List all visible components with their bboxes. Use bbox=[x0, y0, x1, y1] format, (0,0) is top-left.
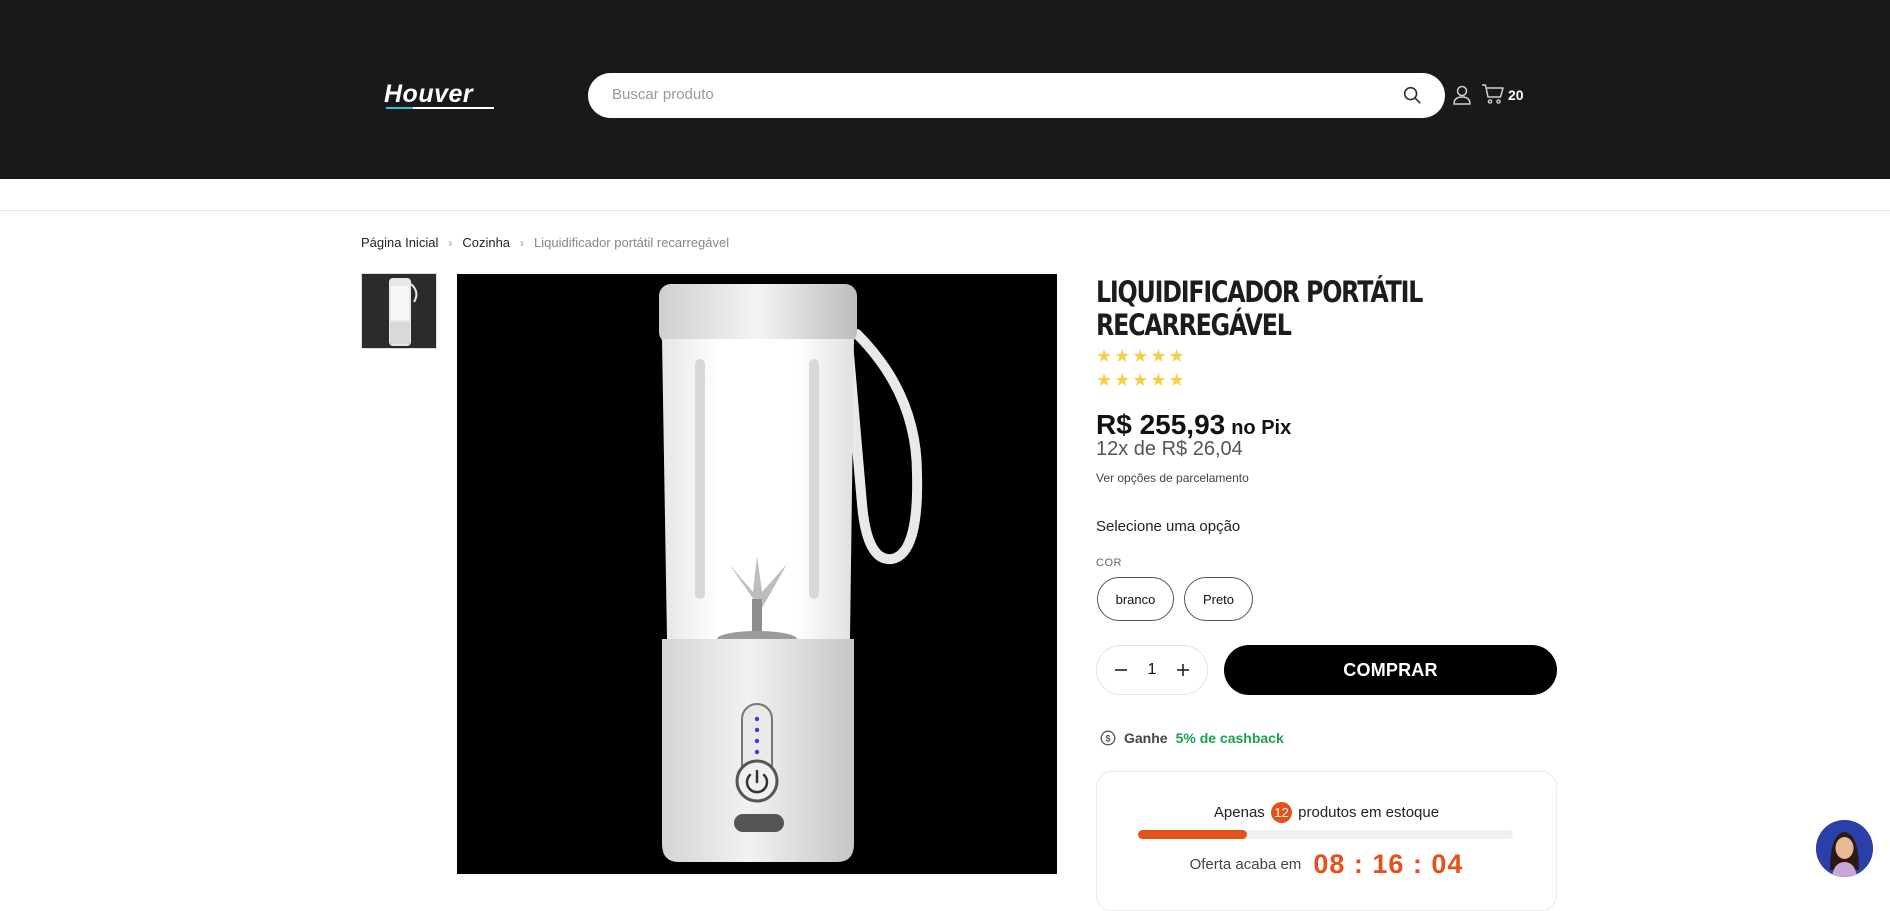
price-line: R$ 255,93 no Pix bbox=[1096, 409, 1291, 441]
color-option-branco[interactable]: branco bbox=[1097, 577, 1174, 621]
cart-count[interactable]: 20 bbox=[1508, 87, 1524, 103]
price-pix: R$ 255,93 bbox=[1096, 409, 1226, 440]
search-icon[interactable] bbox=[1401, 84, 1423, 106]
star-icon: ★ bbox=[1114, 346, 1131, 366]
star-icon: ★ bbox=[1132, 346, 1149, 366]
offer-timer: Oferta acaba em 08 : 16 : 04 bbox=[1097, 849, 1556, 880]
chevron-right-icon: › bbox=[520, 235, 525, 250]
user-icon[interactable] bbox=[1452, 84, 1472, 106]
price-suffix: no Pix bbox=[1231, 417, 1292, 439]
quantity-stepper: 1 bbox=[1096, 645, 1208, 695]
star-icon: ★ bbox=[1150, 346, 1167, 366]
color-label: COR bbox=[1096, 557, 1122, 569]
minus-icon[interactable] bbox=[1111, 660, 1131, 680]
star-icon: ★ bbox=[1096, 370, 1113, 390]
stock-suffix: produtos em estoque bbox=[1298, 804, 1440, 821]
buy-button[interactable]: COMPRAR bbox=[1224, 645, 1557, 695]
stock-prefix: Apenas bbox=[1213, 804, 1265, 821]
star-icon: ★ bbox=[1114, 370, 1131, 390]
cart-icon[interactable] bbox=[1481, 83, 1505, 105]
breadcrumb-category[interactable]: Cozinha bbox=[462, 235, 510, 250]
blender-illustration bbox=[457, 274, 1057, 874]
select-option-label: Selecione uma opção bbox=[1096, 518, 1241, 535]
breadcrumb-current: Liquidificador portátil recarregável bbox=[534, 235, 730, 250]
cashback-coin-icon: $ bbox=[1100, 730, 1116, 746]
chevron-right-icon: › bbox=[448, 235, 453, 250]
product-thumbnail[interactable] bbox=[361, 273, 437, 349]
color-option-preto[interactable]: Preto bbox=[1184, 577, 1253, 621]
product-main-image[interactable] bbox=[457, 274, 1057, 874]
stock-text: Apenas 12 produtos em estoque bbox=[1097, 802, 1556, 823]
thumbnail-image bbox=[362, 274, 436, 348]
logo[interactable]: Houver bbox=[384, 80, 496, 110]
chat-avatar[interactable] bbox=[1816, 820, 1873, 877]
svg-text:$: $ bbox=[1105, 734, 1110, 744]
search-input[interactable]: Buscar produto bbox=[612, 86, 714, 103]
installment-options-link[interactable]: Ver opções de parcelamento bbox=[1096, 471, 1249, 485]
stock-progress-bar bbox=[1138, 830, 1513, 839]
stock-progress-fill bbox=[1138, 830, 1247, 839]
star-icon: ★ bbox=[1096, 346, 1113, 366]
breadcrumb-home[interactable]: Página Inicial bbox=[361, 235, 438, 250]
quantity-value[interactable]: 1 bbox=[1148, 661, 1157, 679]
stock-box: Apenas 12 produtos em estoque Oferta aca… bbox=[1096, 771, 1557, 911]
timer-value: 08 : 16 : 04 bbox=[1313, 849, 1464, 879]
logo-underline bbox=[386, 107, 494, 109]
cashback-info: $ Ganhe 5% de cashback bbox=[1100, 730, 1284, 746]
timer-label: Oferta acaba em bbox=[1189, 856, 1302, 873]
cashback-prefix: Ganhe bbox=[1124, 730, 1168, 746]
installments: 12x de R$ 26,04 bbox=[1096, 438, 1243, 460]
star-icon: ★ bbox=[1168, 370, 1185, 390]
star-icon: ★ bbox=[1150, 370, 1167, 390]
rating-stars: ★ ★ ★ ★ ★ bbox=[1096, 347, 1185, 365]
site-header: Houver Buscar produto 20 bbox=[0, 0, 1890, 179]
rating-stars: ★ ★ ★ ★ ★ bbox=[1096, 371, 1185, 389]
search-bar[interactable]: Buscar produto bbox=[588, 73, 1445, 118]
product-title: LIQUIDIFICADOR PORTÁTIL RECARREGÁVEL bbox=[1096, 275, 1423, 342]
nav-strip bbox=[0, 179, 1890, 211]
logo-text: Houver bbox=[384, 80, 474, 108]
plus-icon[interactable] bbox=[1173, 660, 1193, 680]
star-icon: ★ bbox=[1132, 370, 1149, 390]
cashback-highlight: 5% de cashback bbox=[1175, 730, 1284, 746]
breadcrumb: Página Inicial › Cozinha › Liquidificado… bbox=[361, 235, 729, 250]
star-icon: ★ bbox=[1168, 346, 1185, 366]
stock-count-badge: 12 bbox=[1270, 802, 1292, 823]
